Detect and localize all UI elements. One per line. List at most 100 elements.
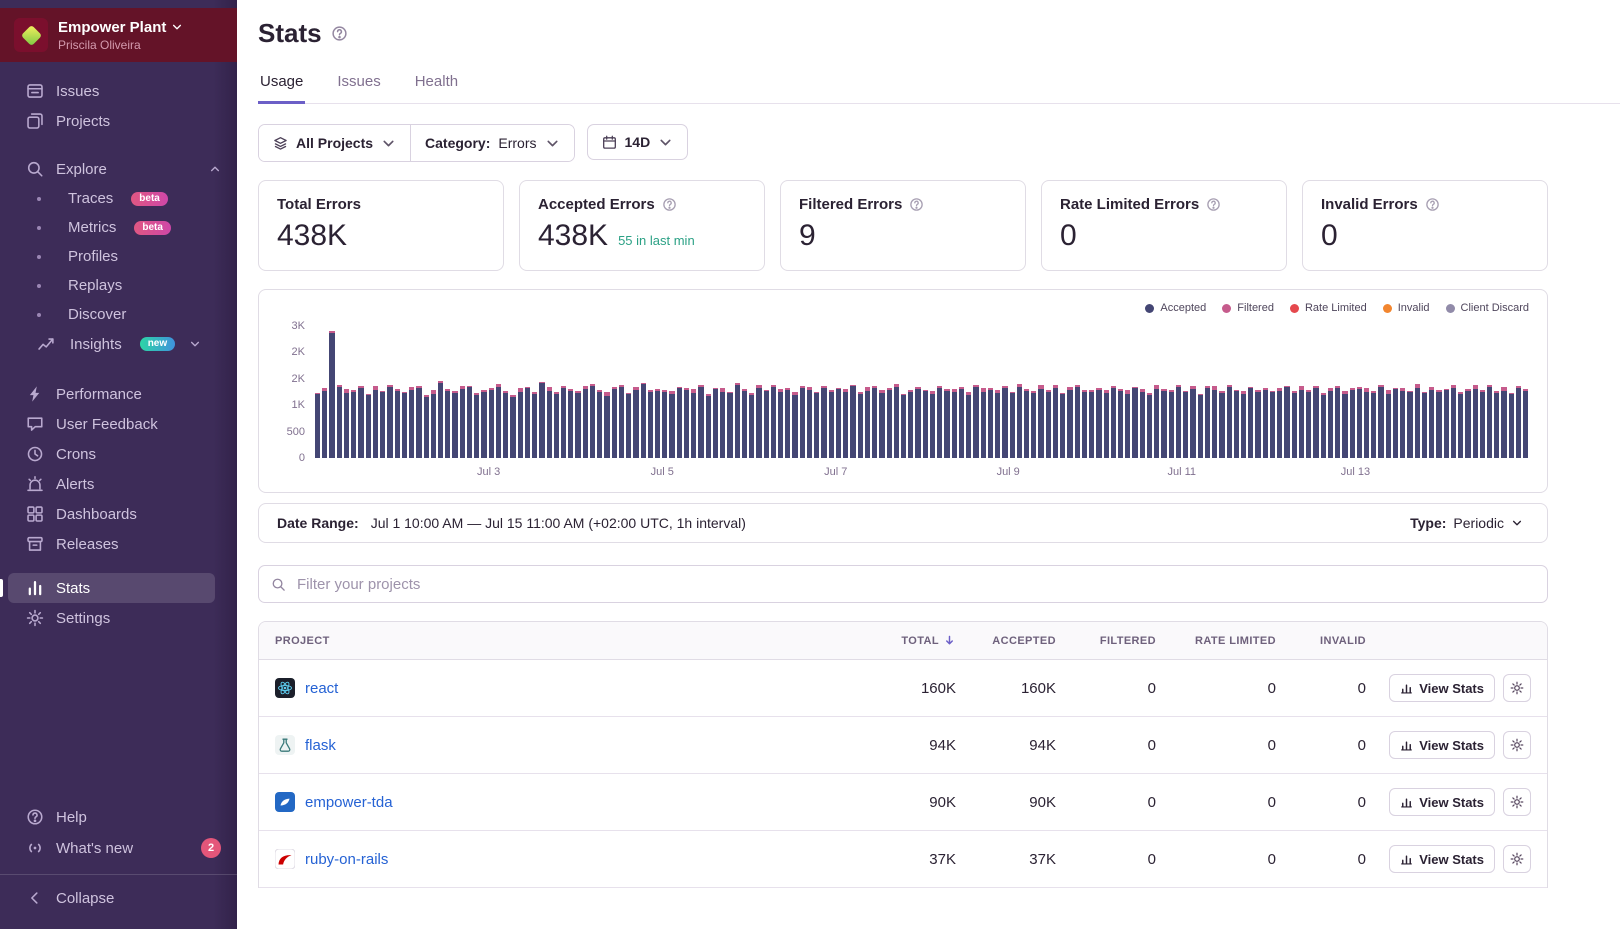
chart-bar (850, 384, 856, 458)
col-accepted[interactable]: ACCEPTED (956, 635, 1056, 647)
col-invalid[interactable]: INVALID (1276, 635, 1366, 647)
chart-bar (365, 393, 371, 458)
org-switcher[interactable]: Empower Plant Priscila Oliveira (0, 8, 237, 62)
sidebar-item-label: Metrics (68, 219, 117, 236)
invalid-cell: 0 (1357, 736, 1366, 754)
help-circle-icon[interactable] (662, 197, 677, 212)
chart-bar (1125, 389, 1131, 458)
legend-accepted[interactable]: Accepted (1145, 302, 1206, 314)
sidebar-item-projects[interactable]: Projects (0, 106, 237, 136)
category-filter-value: Errors (498, 135, 537, 151)
project-link[interactable]: ruby-on-rails (305, 851, 388, 868)
view-stats-button[interactable]: View Stats (1389, 731, 1495, 759)
col-filtered[interactable]: FILTERED (1056, 635, 1156, 647)
chart-bar (1197, 393, 1203, 458)
sidebar-item-user-feedback[interactable]: User Feedback (0, 409, 237, 439)
view-stats-button[interactable]: View Stats (1389, 845, 1495, 873)
sidebar-item-metrics[interactable]: Metrics beta (0, 213, 237, 242)
project-link[interactable]: react (305, 680, 338, 697)
sidebar-item-settings[interactable]: Settings (0, 603, 237, 633)
sidebar-item-traces[interactable]: Traces beta (0, 184, 237, 213)
help-circle-icon[interactable] (1206, 197, 1221, 212)
chart-bar (1052, 385, 1059, 458)
chevron-down-icon (171, 21, 183, 33)
sidebar: Empower Plant Priscila Oliveira Issues Pr… (0, 0, 237, 929)
sidebar-item-performance[interactable]: Performance (0, 379, 237, 409)
sidebar-item-alerts[interactable]: Alerts (0, 469, 237, 499)
chart-bar (604, 391, 610, 458)
sidebar-item-insights[interactable]: Insights new (0, 329, 237, 359)
help-circle-icon[interactable] (1425, 197, 1440, 212)
chart-bar (1277, 387, 1283, 458)
date-range-button[interactable]: 14D (586, 124, 689, 160)
sidebar-item-releases[interactable]: Releases (0, 529, 237, 559)
col-label: RATE LIMITED (1195, 634, 1276, 647)
chart-bar (1016, 384, 1022, 458)
sidebar-item-stats[interactable]: Stats (0, 573, 215, 603)
sidebar-item-collapse[interactable]: Collapse (0, 874, 237, 919)
chart-bar (886, 388, 892, 458)
chart-bar (423, 395, 429, 458)
project-settings-button[interactable] (1503, 731, 1531, 759)
type-selector[interactable]: Type: Periodic (1404, 514, 1529, 532)
sidebar-item-help[interactable]: Help (0, 802, 237, 832)
table-row: ruby-on-rails 37K 37K 0 0 0 View Stats (259, 831, 1547, 888)
collapse-icon (26, 889, 44, 907)
chart-bar (560, 385, 567, 458)
sidebar-item-dashboards[interactable]: Dashboards (0, 499, 237, 529)
legend-invalid[interactable]: Invalid (1382, 302, 1430, 314)
project-settings-button[interactable] (1503, 674, 1531, 702)
projects-table: PROJECT TOTAL ACCEPTED FILTERED RATE LIMITED… (258, 621, 1548, 888)
project-link[interactable]: flask (305, 737, 336, 754)
sidebar-item-crons[interactable]: Crons (0, 439, 237, 469)
chart-bar (1400, 388, 1406, 458)
view-stats-button[interactable]: View Stats (1389, 674, 1495, 702)
project-settings-button[interactable] (1503, 788, 1531, 816)
search-input[interactable] (295, 574, 1535, 594)
col-total[interactable]: TOTAL (856, 634, 956, 647)
sidebar-item-issues[interactable]: Issues (0, 76, 237, 106)
sidebar-item-label: Replays (68, 277, 123, 294)
col-rate-limited[interactable]: RATE LIMITED (1156, 635, 1276, 647)
card-title-label: Filtered Errors (799, 196, 903, 213)
view-stats-label: View Stats (1419, 680, 1484, 696)
project-settings-button[interactable] (1503, 845, 1531, 873)
tab-health[interactable]: Health (413, 73, 460, 104)
tab-issues[interactable]: Issues (335, 73, 382, 104)
chart-bar (618, 384, 625, 458)
tab-usage[interactable]: Usage (258, 73, 306, 104)
rate-limited-cell: 0 (1267, 736, 1276, 754)
x-tick: Jul 13 (1340, 466, 1371, 478)
chart-bar (322, 388, 328, 458)
legend-label: Invalid (1397, 302, 1430, 314)
sidebar-item-discover[interactable]: Discover (0, 300, 237, 329)
sidebar-item-what-s-new[interactable]: What's new 2 (0, 832, 237, 864)
col-project[interactable]: PROJECT (275, 635, 856, 647)
sidebar-item-label: Help (56, 808, 87, 826)
project-filter-button[interactable]: All Projects (259, 125, 411, 161)
legend-rate-limited[interactable]: Rate Limited (1289, 302, 1367, 314)
chart-bar (1248, 386, 1254, 458)
sidebar-item-profiles[interactable]: Profiles (0, 242, 237, 271)
view-stats-button[interactable]: View Stats (1389, 788, 1495, 816)
date-range-text: Date Range: Jul 1 10:00 AM — Jul 15 11:00… (277, 515, 746, 531)
sidebar-item-explore[interactable]: Explore (0, 154, 237, 184)
chart-bar (1023, 389, 1030, 458)
help-circle-icon[interactable] (909, 197, 924, 212)
y-tick: 500 (286, 425, 305, 438)
chart-bar (394, 389, 400, 458)
chart-bar (1313, 385, 1319, 458)
chart-bar (951, 388, 957, 458)
help-circle-icon[interactable] (331, 25, 348, 42)
sidebar-item-replays[interactable]: Replays (0, 271, 237, 300)
total-cell: 37K (929, 850, 956, 868)
legend-client-discard[interactable]: Client Discard (1445, 302, 1529, 314)
rate-limited-cell: 0 (1267, 850, 1276, 868)
org-user: Priscila Oliveira (58, 37, 141, 52)
legend-filtered[interactable]: Filtered (1222, 302, 1274, 314)
chart-bar (466, 385, 473, 458)
category-filter-button[interactable]: Category: Errors (411, 125, 574, 161)
project-link[interactable]: empower-tda (305, 794, 393, 811)
tab-bar: Usage Issues Health (258, 73, 1620, 104)
card-title-label: Invalid Errors (1321, 196, 1418, 213)
